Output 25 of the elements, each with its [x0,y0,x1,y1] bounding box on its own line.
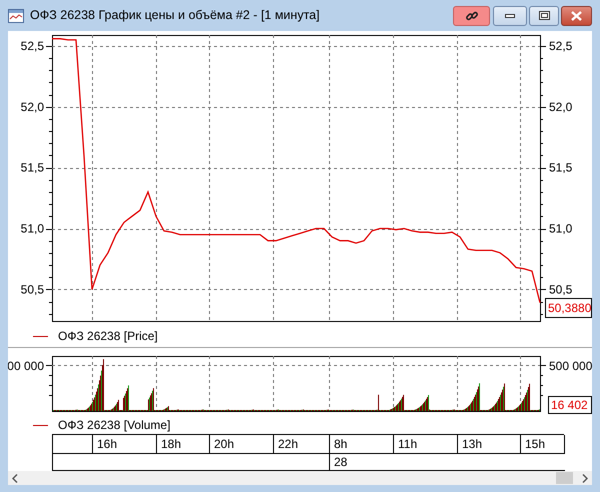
time-label: 8h [330,435,394,454]
axis-label: 51,0 [549,222,572,236]
time-label: 13h [458,435,521,454]
legend-label: ОФЗ 26238 [Volume] [58,417,170,434]
time-label: 16h [93,435,157,454]
axis-label: 52,0 [549,100,572,114]
last-volume-label: 16 402 [548,396,592,414]
axis-label: 52,5 [549,39,572,54]
axis-label: 51,0 [20,222,44,236]
axis-label: 51,5 [20,160,44,175]
time-label: 20h [210,435,274,454]
axis-label: 50,5 [20,282,44,297]
time-label: 18h [157,435,210,454]
axis-label: 51,5 [549,160,572,175]
axis-label: 00 000 [8,359,44,374]
axis-label: 500 000 [549,359,592,374]
window-title: ОФЗ 26238 График цены и объёма #2 - [1 минута] [30,7,320,24]
legend-label: ОФЗ 26238 [Price] [58,328,158,346]
axis-label: 52,0 [20,100,44,114]
axis-label: 52,5 [20,39,44,54]
last-price-label: 50,3880 [545,298,592,318]
time-label: 22h [274,435,330,454]
axis-label: 50,5 [549,282,572,297]
time-label: 11h [394,435,458,454]
time-label: 15h [521,435,565,454]
